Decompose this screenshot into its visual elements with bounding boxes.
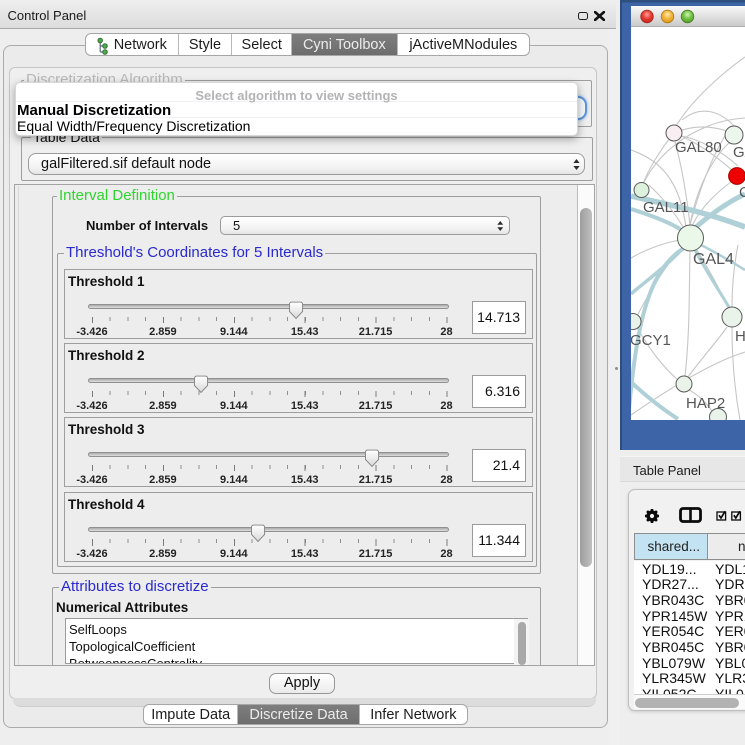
- svg-text:C: C: [739, 184, 745, 201]
- svg-text:GAL4: GAL4: [693, 251, 734, 268]
- svg-text:GAL11: GAL11: [643, 199, 689, 216]
- svg-text:HAP2: HAP2: [686, 395, 725, 412]
- svg-text:GA: GA: [733, 144, 745, 161]
- svg-text:GAL80: GAL80: [675, 139, 722, 156]
- svg-text:GCY1: GCY1: [630, 332, 671, 349]
- svg-text:H: H: [735, 328, 745, 345]
